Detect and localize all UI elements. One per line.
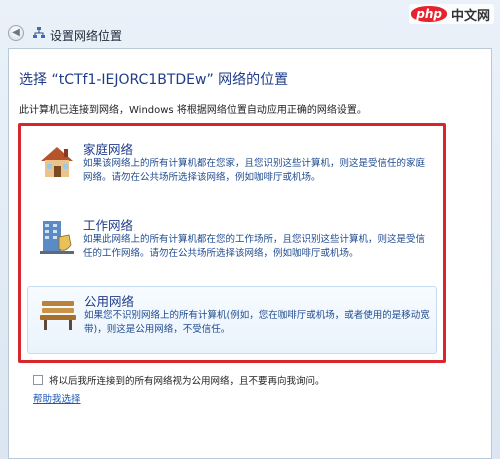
page-description: 此计算机已连接到网络，Windows 将根据网络位置自动应用正确的网络设置。 bbox=[19, 105, 367, 116]
back-arrow-icon[interactable]: ◀ bbox=[8, 25, 24, 41]
brand-logo: php bbox=[411, 6, 447, 22]
option-public-network[interactable]: 公用网络 如果您不识别网络上的所有计算机(例如，您在咖啡厅或机场，或者使用的是移… bbox=[27, 286, 437, 354]
option-public-title: 公用网络 bbox=[84, 294, 135, 309]
option-work-network[interactable]: 工作网络 如果此网络上的所有计算机都在您的工作场所，且您识别这些计算机，则这是受… bbox=[27, 211, 437, 279]
help-choose-link[interactable]: 帮助我选择 bbox=[33, 391, 81, 405]
option-home-description: 如果该网络上的所有计算机都在您家，且您识别这些计算机，则这是受信任的家庭网络。请… bbox=[83, 158, 426, 183]
option-home-title: 家庭网络 bbox=[83, 142, 134, 157]
public-default-checkbox-row[interactable]: 将以后我所连接到的所有网络视为公用网络，且不要再向我询问。 bbox=[33, 373, 325, 387]
window-title: 设置网络位置 bbox=[50, 29, 123, 43]
brand-name: 中文网 bbox=[450, 8, 490, 24]
dialog-window: ◀ 设置网络位置 php 中文网 选择 “tCTf1-IEJORC1BTDEw”… bbox=[0, 0, 500, 459]
site-watermark-logo: php 中文网 bbox=[409, 4, 494, 24]
house-icon bbox=[41, 147, 73, 177]
office-building-icon bbox=[40, 221, 74, 254]
option-public-description: 如果您不识别网络上的所有计算机(例如，您在咖啡厅或机场，或者使用的是移动宽带)，… bbox=[84, 310, 430, 335]
network-location-options: 家庭网络 如果该网络上的所有计算机都在您家，且您识别这些计算机，则这是受信任的家… bbox=[18, 123, 446, 363]
page-title: 选择 “tCTf1-IEJORC1BTDEw” 网络的位置 bbox=[19, 72, 289, 88]
option-work-title: 工作网络 bbox=[83, 218, 134, 233]
option-home-network[interactable]: 家庭网络 如果该网络上的所有计算机都在您家，且您识别这些计算机，则这是受信任的家… bbox=[27, 135, 437, 203]
park-bench-icon bbox=[40, 301, 76, 330]
content-panel: 选择 “tCTf1-IEJORC1BTDEw” 网络的位置 此计算机已连接到网络… bbox=[8, 48, 492, 459]
public-default-checkbox[interactable] bbox=[33, 375, 43, 385]
network-icon bbox=[33, 27, 45, 38]
checkbox-label: 将以后我所连接到的所有网络视为公用网络，且不要再向我询问。 bbox=[49, 376, 325, 387]
title-bar: ◀ 设置网络位置 php 中文网 bbox=[0, 0, 500, 43]
option-work-description: 如果此网络上的所有计算机都在您的工作场所，且您识别这些计算机，则这是受信任的工作… bbox=[83, 234, 426, 259]
